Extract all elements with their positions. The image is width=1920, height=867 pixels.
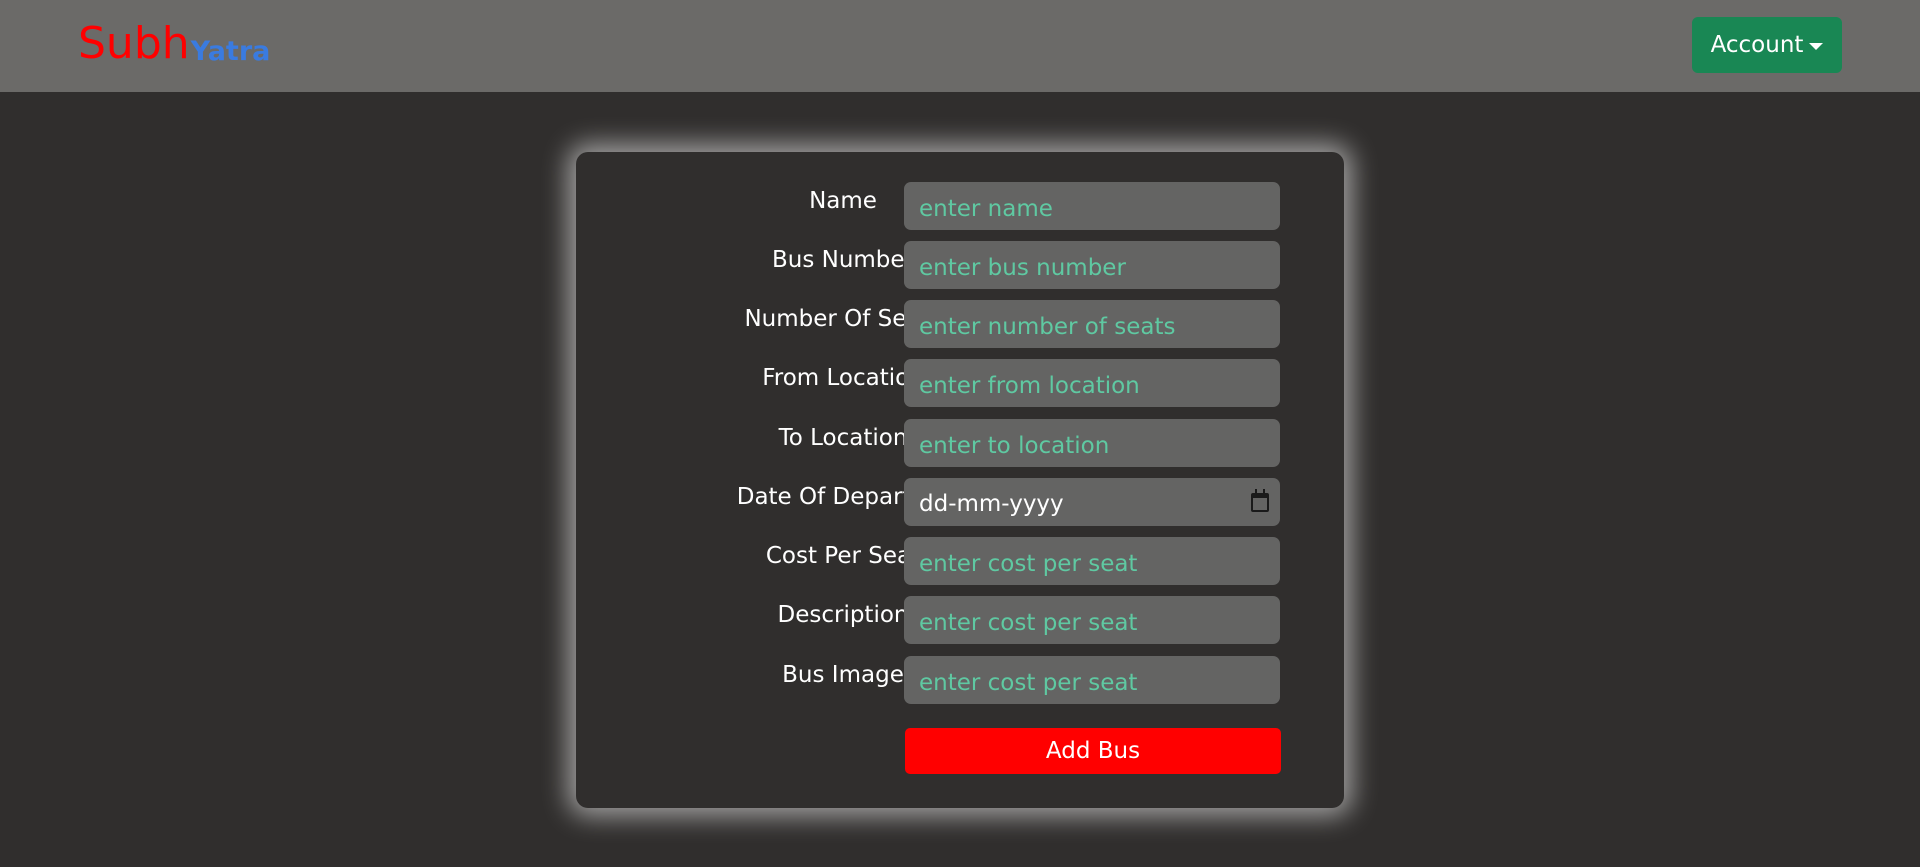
account-button-label: Account [1710, 32, 1804, 58]
name-input[interactable] [904, 182, 1280, 230]
brand-primary-text: Subh [78, 18, 190, 69]
bus-number-input[interactable] [904, 241, 1280, 289]
calendar-icon[interactable] [1251, 488, 1269, 512]
form-row-number-of-seats: Number Of Seats [576, 300, 1344, 348]
form-row-description: Description [576, 596, 1344, 644]
description-input[interactable] [904, 596, 1280, 644]
brand-secondary-text: Yatra [190, 36, 271, 67]
cost-per-seat-input[interactable] [904, 537, 1280, 585]
date-of-departure-input[interactable]: dd-mm-yyyy [904, 478, 1280, 526]
form-row-date-of-departure: Date Of Departure dd-mm-yyyy [576, 478, 1344, 526]
date-value: dd-mm-yyyy [919, 491, 1064, 517]
form-row-cost-per-seat: Cost Per Seat [576, 537, 1344, 585]
form-row-bus-image: Bus Image [576, 656, 1344, 704]
from-location-input[interactable] [904, 359, 1280, 407]
number-of-seats-input[interactable] [904, 300, 1280, 348]
form-row-from-location: From Location [576, 359, 1344, 407]
bus-image-input[interactable] [904, 656, 1280, 704]
add-bus-button[interactable]: Add Bus [905, 728, 1281, 774]
brand-logo[interactable]: Subh Yatra [78, 16, 270, 66]
form-row-name: Name [576, 182, 1344, 230]
add-bus-form: Name Bus Number Number Of Seats From Loc… [576, 152, 1344, 808]
form-row-to-location: To Location [576, 419, 1344, 467]
navbar: Subh Yatra Account [0, 0, 1920, 92]
chevron-down-icon [1809, 42, 1824, 50]
form-row-bus-number: Bus Number [576, 241, 1344, 289]
account-dropdown-button[interactable]: Account [1692, 17, 1842, 73]
to-location-input[interactable] [904, 419, 1280, 467]
